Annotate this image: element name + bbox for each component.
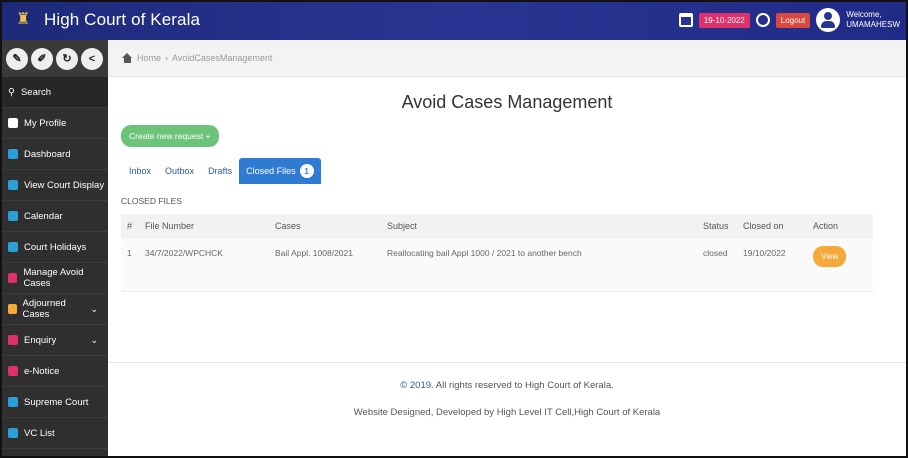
table-header: # File Number Cases Subject Status Close… <box>121 214 873 238</box>
brand[interactable]: ♜ High Court of Kerala <box>16 10 200 30</box>
sidebar-item-label: VC List <box>24 427 55 439</box>
user-avatar-icon[interactable] <box>816 8 841 32</box>
col-header-file-number: File Number <box>145 221 195 231</box>
logout-button[interactable]: Logout <box>775 12 811 28</box>
tab-outbox[interactable]: Outbox <box>158 160 201 182</box>
sidebar-item-enquiry[interactable]: Enquiry ⌄ <box>2 325 108 356</box>
edit-icon[interactable]: ✎ <box>6 47 28 70</box>
create-request-button[interactable]: Create new request + <box>121 125 219 147</box>
cell-index: 1 <box>127 248 132 258</box>
search-icon: ⚲ <box>8 86 15 98</box>
page-title: Avoid Cases Management <box>401 92 613 112</box>
welcome-line1: Welcome, <box>846 10 882 19</box>
sidebar-item-dashboard[interactable]: Dashboard <box>2 139 108 170</box>
adjourned-icon <box>8 304 17 314</box>
sidebar-item-label: e-Notice <box>24 365 60 377</box>
main-content: Home › AvoidCasesManagement Avoid Cases … <box>108 40 906 456</box>
top-bar-right: 19-10-2022 Logout Welcome, UMAMAHESW <box>678 8 900 32</box>
tab-drafts[interactable]: Drafts <box>201 160 239 182</box>
top-bar: ♜ High Court of Kerala 19-10-2022 Logout… <box>2 2 906 40</box>
cell-action: View <box>813 246 873 267</box>
breadcrumb-home[interactable]: Home <box>137 53 161 63</box>
col-header-status: Status <box>703 221 729 231</box>
sidebar-item-court-holidays[interactable]: Court Holidays <box>2 232 108 263</box>
sidebar-item-label: Court Holidays <box>24 241 87 253</box>
sidebar-item-my-profile[interactable]: My Profile <box>2 108 108 139</box>
sidebar-item-e-notice[interactable]: e-Notice <box>2 356 108 387</box>
share-icon[interactable]: < <box>81 47 103 70</box>
welcome-text: Welcome, UMAMAHESW <box>846 10 900 30</box>
user-icon <box>8 118 18 128</box>
sidebar-item-label: Adjourned Cases <box>22 298 66 320</box>
holiday-icon <box>8 242 18 252</box>
col-header-index: # <box>127 221 133 231</box>
pencil-icon[interactable]: ✐ <box>31 47 53 70</box>
tab-inbox[interactable]: Inbox <box>122 160 158 182</box>
tab-closed-files[interactable]: Closed Files 1 <box>239 158 321 184</box>
cell-cases: Bail Appl. 1008/2021 <box>275 248 353 258</box>
view-button[interactable]: View <box>813 246 847 267</box>
sidebar-item-manage-avoid-cases[interactable]: Manage Avoid Cases <box>2 263 108 294</box>
sidebar-item-vc-list[interactable]: VC List <box>2 418 108 449</box>
breadcrumb-current: AvoidCasesManagement <box>172 53 273 63</box>
calendar-icon <box>678 13 693 27</box>
welcome-username: UMAMAHESW <box>846 20 900 29</box>
col-header-cases: Cases <box>275 221 301 231</box>
dashboard-icon <box>8 149 18 159</box>
sidebar-item-view-court-display[interactable]: View Court Display <box>2 170 108 201</box>
footer-copyright: © 2019. All rights reserved to High Cour… <box>108 380 906 391</box>
footer-credit: Website Designed, Developed by High Leve… <box>353 407 661 418</box>
cell-closed-on: 19/10/2022 <box>743 248 786 258</box>
col-header-action: Action <box>813 221 839 231</box>
breadcrumb-separator: › <box>165 53 169 63</box>
emblem-icon: ♜ <box>16 11 31 28</box>
cell-status: closed <box>703 248 728 258</box>
search-icon <box>8 397 18 407</box>
sidebar-item-label: View Court Display <box>24 179 105 191</box>
calendar-icon <box>8 211 18 221</box>
enquiry-icon <box>8 335 18 345</box>
tab-bar: Inbox Outbox Drafts Closed Files 1 <box>122 158 321 184</box>
copyright-text: All rights reserved to High Court of Ker… <box>435 380 614 391</box>
search-icon <box>8 366 18 376</box>
chevron-down-icon: ⌄ <box>90 303 98 314</box>
home-icon[interactable] <box>122 53 133 63</box>
sidebar-item-label: Manage Avoid Cases <box>23 267 84 289</box>
sidebar-item-supreme-court[interactable]: Supreme Court <box>2 387 108 418</box>
col-header-subject: Subject <box>387 221 418 231</box>
sidebar-item-label: Enquiry <box>24 334 57 346</box>
sidebar-menu: My Profile Dashboard View Court Display Cal… <box>2 108 108 449</box>
sidebar-item-label: Dashboard <box>24 148 71 160</box>
sidebar: ✎ ✐ ↻ < ⚲ Search My Profile Dashboard View… <box>2 40 108 456</box>
search-icon <box>8 428 18 438</box>
sidebar-item-calendar[interactable]: Calendar <box>2 201 108 232</box>
cell-subject: Reallocating bail Appl 1000 / 2021 to an… <box>387 248 582 258</box>
chevron-down-icon: ⌄ <box>90 334 98 345</box>
sidebar-item-label: My Profile <box>24 117 67 129</box>
app-frame: ♜ High Court of Kerala 19-10-2022 Logout… <box>0 0 908 458</box>
sidebar-item-adjourned-cases[interactable]: Adjourned Cases ⌄ <box>2 294 108 325</box>
col-header-closed-on: Closed on <box>743 221 784 231</box>
cell-file-number: 34/7/2022/WPCHCK <box>145 248 223 258</box>
display-icon <box>8 180 18 190</box>
tab-closed-files-label: Closed Files <box>246 166 296 176</box>
section-label: CLOSED FILES <box>121 196 182 206</box>
cases-icon <box>8 273 18 283</box>
sidebar-item-label: Supreme Court <box>24 396 89 408</box>
breadcrumb: Home › AvoidCasesManagement <box>108 40 906 77</box>
table-row: 1 34/7/2022/WPCHCK Bail Appl. 1008/2021 … <box>121 238 873 292</box>
copyright-year: © 2019. <box>400 380 434 391</box>
sidebar-search-label: Search <box>20 86 52 98</box>
closed-files-table: # File Number Cases Subject Status Close… <box>121 214 873 292</box>
footer: © 2019. All rights reserved to High Cour… <box>108 362 906 456</box>
date-badge: 19-10-2022 <box>698 12 750 28</box>
refresh-icon[interactable]: ↻ <box>56 47 78 70</box>
sidebar-tools: ✎ ✐ ↻ < <box>2 40 108 77</box>
power-icon[interactable] <box>755 13 770 27</box>
app-title: High Court of Kerala <box>44 10 201 29</box>
sidebar-search[interactable]: ⚲ Search <box>2 77 108 108</box>
tab-count-badge: 1 <box>299 164 314 178</box>
sidebar-item-label: Calendar <box>24 210 63 222</box>
